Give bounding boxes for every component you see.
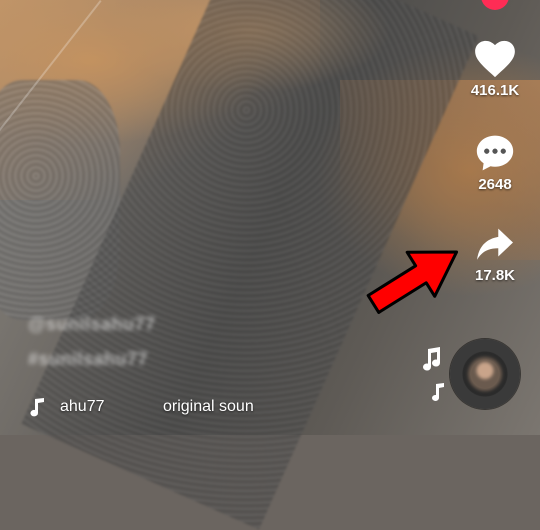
music-note-icon — [30, 398, 44, 417]
comment-count: 2648 — [478, 176, 512, 193]
share-arrow-icon — [477, 228, 513, 260]
plus-icon[interactable] — [481, 0, 509, 10]
comment-bubble-icon — [476, 135, 514, 171]
video-overlay-handle: @sunilsahu77 — [28, 314, 156, 334]
annotation-arrow — [366, 250, 459, 314]
like-button[interactable]: 416.1K — [450, 40, 540, 99]
comment-button[interactable]: 2648 — [450, 134, 540, 193]
sound-title: original soun — [163, 398, 254, 415]
video-overlay-hashtag: #sunilsahu77 — [28, 349, 149, 369]
music-note-icon — [423, 347, 440, 371]
sound-bar[interactable]: ahu77 original soun — [0, 396, 540, 422]
like-count: 416.1K — [470, 82, 520, 99]
sound-author: ahu77 — [60, 398, 105, 415]
avatar — [468, 357, 502, 391]
heart-icon — [475, 40, 515, 78]
